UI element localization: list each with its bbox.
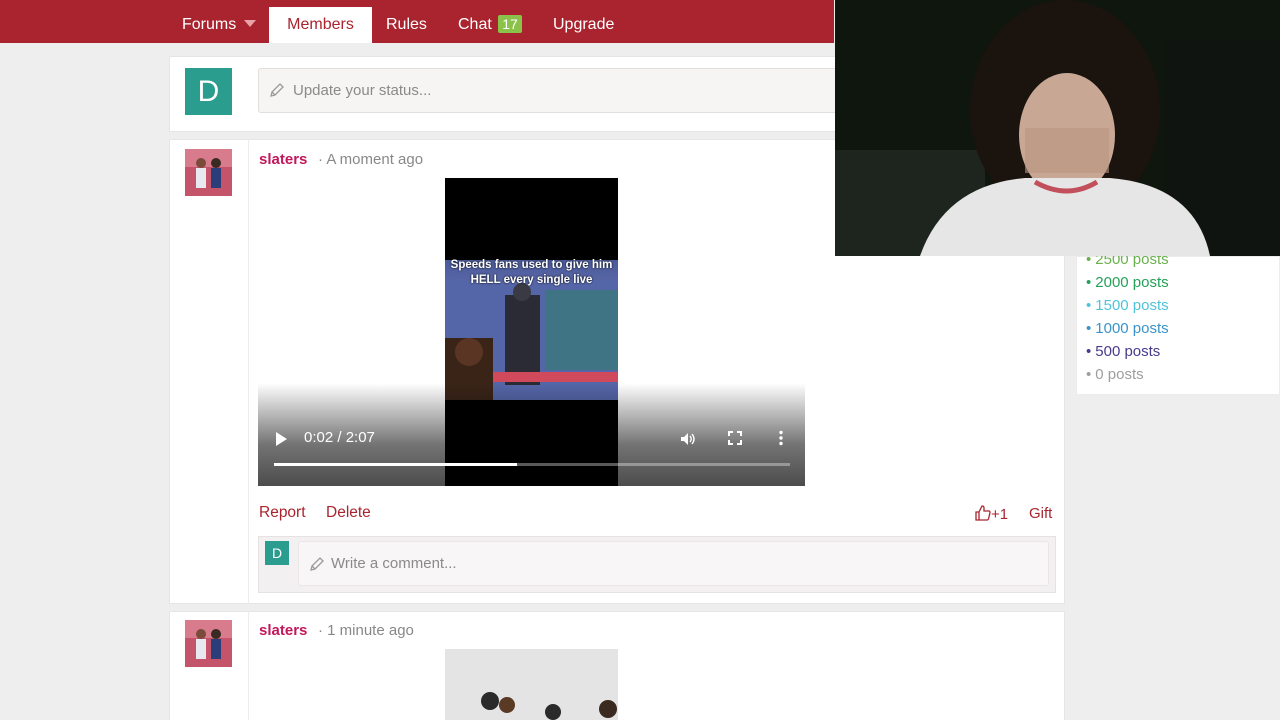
nav-chat[interactable]: Chat 17 <box>443 7 537 42</box>
volume-icon[interactable] <box>680 431 696 447</box>
legend-item: • 1000 posts <box>1086 320 1169 337</box>
video-time: 0:02 / 2:07 <box>304 429 375 446</box>
pencil-icon <box>310 557 324 571</box>
post-divider <box>248 611 249 720</box>
status-input[interactable]: Update your status... <box>258 68 838 113</box>
poster-avatar-image <box>185 149 232 196</box>
legend-label: 0 posts <box>1095 366 1144 383</box>
nav-chat-label: Chat <box>458 16 492 33</box>
poster-avatar[interactable] <box>185 149 232 196</box>
video-player[interactable]: Speeds fans used to give him HELL every … <box>258 178 805 486</box>
video-progress-fill <box>274 463 517 466</box>
post-divider <box>248 139 249 604</box>
nav-upgrade[interactable]: Upgrade <box>538 7 629 42</box>
bullet-icon: • <box>1086 343 1092 360</box>
post-timestamp: · 1 minute ago <box>318 622 414 639</box>
legend-label: 1500 posts <box>1095 297 1169 314</box>
more-options-icon[interactable] <box>778 430 784 446</box>
bullet-icon: • <box>1086 274 1092 291</box>
nav-forums-label: Forums <box>182 16 237 33</box>
post-username[interactable]: slaters <box>259 622 307 639</box>
legend-label: 1000 posts <box>1095 320 1169 337</box>
bullet-icon: • <box>1086 320 1092 337</box>
status-placeholder: Update your status... <box>293 82 432 99</box>
webcam-overlay <box>835 0 1280 256</box>
like-count: +1 <box>991 506 1009 523</box>
fullscreen-icon[interactable] <box>728 431 742 445</box>
webcam-feed <box>835 0 1280 256</box>
nav-upgrade-label: Upgrade <box>553 16 615 33</box>
chevron-down-icon[interactable] <box>244 20 257 28</box>
legend-item: • 0 posts <box>1086 366 1144 383</box>
comment-avatar[interactable]: D <box>265 541 289 565</box>
nav-members-label: Members <box>287 16 354 33</box>
legend-label: 2000 posts <box>1095 274 1169 291</box>
nav-members[interactable]: Members <box>269 7 372 43</box>
post-username[interactable]: slaters <box>259 151 307 168</box>
bullet-icon: • <box>1086 366 1092 383</box>
chat-count-badge: 17 <box>498 14 522 33</box>
report-link[interactable]: Report <box>259 504 306 522</box>
legend-label: 500 posts <box>1095 343 1161 360</box>
nav-rules[interactable]: Rules <box>371 7 442 42</box>
legend-item: • 2000 posts <box>1086 274 1169 291</box>
like-button[interactable]: +1 <box>975 505 1008 523</box>
legend-item: • 1500 posts <box>1086 297 1169 314</box>
thumbs-up-icon <box>975 505 991 521</box>
nav-forums[interactable]: Forums <box>167 7 271 42</box>
video-caption: Speeds fans used to give him HELL every … <box>450 259 613 286</box>
play-icon[interactable] <box>276 432 287 446</box>
legend-item: • 500 posts <box>1086 343 1160 360</box>
pencil-icon <box>270 83 284 97</box>
nav-rules-label: Rules <box>386 16 427 33</box>
post-timestamp: · A moment ago <box>318 151 424 168</box>
poster-avatar-image <box>185 620 232 667</box>
post-image-art <box>445 649 618 720</box>
comment-input[interactable]: Write a comment... <box>298 541 1049 586</box>
poster-avatar[interactable] <box>185 620 232 667</box>
delete-link[interactable]: Delete <box>326 504 371 522</box>
bullet-icon: • <box>1086 297 1092 314</box>
gift-link[interactable]: Gift <box>1029 505 1052 522</box>
post-image[interactable] <box>445 649 618 720</box>
video-progress-bar[interactable] <box>274 463 790 466</box>
comment-placeholder: Write a comment... <box>331 555 457 572</box>
user-avatar[interactable]: D <box>185 68 232 115</box>
